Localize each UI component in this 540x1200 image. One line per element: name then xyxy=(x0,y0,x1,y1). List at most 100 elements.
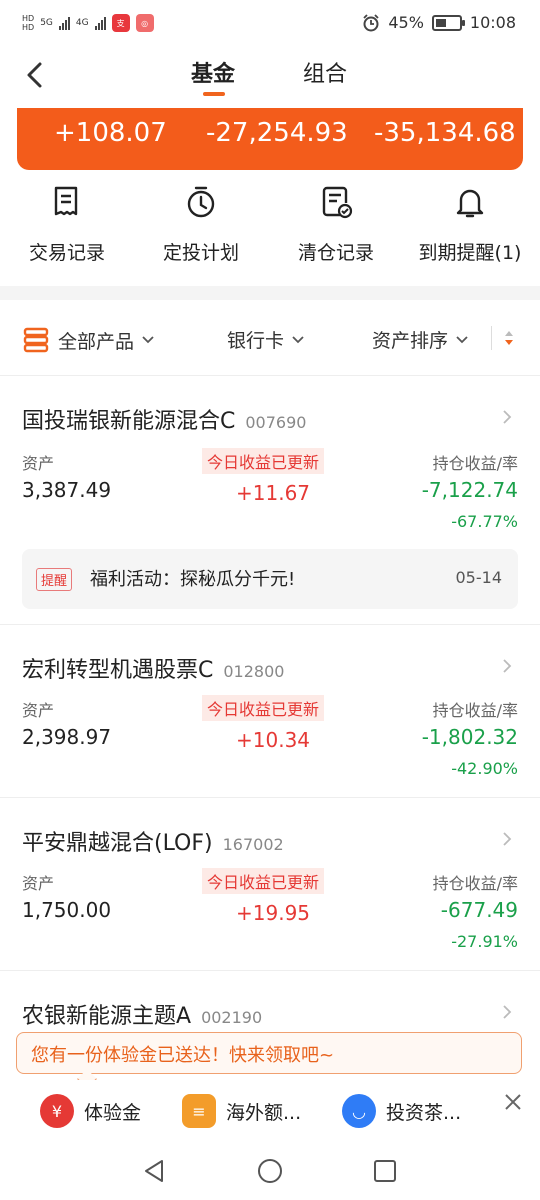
battery-icon xyxy=(431,14,465,31)
app-notification-icon-2: ◎ xyxy=(135,14,154,32)
filter-separator xyxy=(491,326,492,350)
bottom-item-overseas-quota[interactable]: ≡ 海外额... xyxy=(182,1094,301,1128)
checked-doc-icon xyxy=(322,186,353,219)
bottom-item-label: 投资茶... xyxy=(386,1101,462,1124)
back-arrow-icon[interactable] xyxy=(22,60,48,90)
chevron-down-icon xyxy=(292,335,304,343)
fund-name: 宏利转型机遇股票C 012800 xyxy=(22,652,284,684)
fund-name-text: 宏利转型机遇股票C xyxy=(22,658,214,683)
holding-profit-label: 持仓收益/率 xyxy=(432,874,518,893)
chevron-down-icon xyxy=(142,336,154,344)
status-right: 45% 10:08 xyxy=(362,13,516,32)
filter-bar: 全部产品 银行卡 资产排序 xyxy=(0,300,540,376)
bottom-item-invest-tea[interactable]: ◡ 投资茶... xyxy=(342,1094,461,1128)
fund-card[interactable]: 平安鼎越混合(LOF) 167002 资产 1,750.00 今日收益已更新 +1… xyxy=(0,799,540,971)
chevron-right-icon xyxy=(503,410,512,424)
promo-banner[interactable]: 您有一份体验金已送达！快来领取吧~ xyxy=(16,1032,522,1074)
fund-card[interactable]: 宏利转型机遇股票C 012800 资产 2,398.97 今日收益已更新 +10.… xyxy=(0,626,540,798)
bottom-item-label: 体验金 xyxy=(84,1101,142,1124)
filter-all-products-label: 全部产品 xyxy=(58,330,135,353)
close-icon[interactable] xyxy=(503,1092,523,1112)
chevron-right-icon xyxy=(503,1005,512,1019)
network-4g-label: 4G xyxy=(75,18,89,28)
timer-icon xyxy=(187,186,215,218)
fund-name: 农银新能源主题A 002190 xyxy=(22,998,262,1030)
fund-name-text: 平安鼎越混合(LOF) xyxy=(22,831,213,856)
today-profit: +19.95 xyxy=(236,901,311,925)
asset-value: 1,750.00 xyxy=(22,898,112,922)
section-divider xyxy=(0,286,540,300)
quick-action-label: 清仓记录 xyxy=(297,242,374,264)
asset-label: 资产 xyxy=(22,701,55,720)
fund-card[interactable]: 国投瑞银新能源混合C 007690 资产 3,387.49 今日收益已更新 +11… xyxy=(0,377,540,625)
holding-profit-label: 持仓收益/率 xyxy=(432,701,518,720)
filter-asset-sort[interactable]: 资产排序 xyxy=(372,326,468,353)
fund-name-text: 国投瑞银新能源混合C xyxy=(22,409,236,434)
chevron-right-icon xyxy=(503,832,512,846)
today-updated-badge: 今日收益已更新 xyxy=(202,695,325,721)
today-updated-badge: 今日收益已更新 xyxy=(202,868,325,894)
nav-home-icon[interactable] xyxy=(257,1158,283,1184)
bottom-item-trial-gold[interactable]: ¥ 体验金 xyxy=(40,1094,141,1128)
holding-profit: -1,802.32 xyxy=(421,725,518,749)
quick-action-auto-invest[interactable]: 定投计划 xyxy=(136,184,266,265)
receipt-icon xyxy=(54,186,78,216)
filter-asset-sort-label: 资产排序 xyxy=(372,330,449,352)
quick-action-expiry-reminder[interactable]: 到期提醒(1) xyxy=(405,184,535,265)
quick-action-trade-records[interactable]: 交易记录 xyxy=(2,184,132,265)
tab-fund[interactable]: 基金 xyxy=(191,56,235,88)
tab-portfolio[interactable]: 组合 xyxy=(303,56,347,88)
signal-icon xyxy=(58,16,70,30)
bell-icon xyxy=(456,189,484,218)
alarm-icon xyxy=(363,13,379,31)
tab-active-indicator xyxy=(203,92,225,96)
bottom-bar: ¥ 体验金 ≡ 海外额... ◡ 投资茶... xyxy=(0,1080,540,1140)
sort-toggle-icon[interactable] xyxy=(502,329,516,347)
filter-all-products[interactable]: 全部产品 xyxy=(22,326,154,354)
holding-profit: -7,122.74 xyxy=(421,478,518,502)
nav-back-icon[interactable] xyxy=(142,1158,166,1184)
asset-value: 3,387.49 xyxy=(22,478,112,502)
today-profit: +11.67 xyxy=(236,481,311,505)
app-root: HD HD 5G 4G 支 ◎ 45% 10:08 基金 组合 +108.07 -… xyxy=(0,0,540,1200)
quick-action-label: 交易记录 xyxy=(28,242,105,264)
bottom-item-label: 海外额... xyxy=(226,1101,302,1124)
fund-name: 国投瑞银新能源混合C 007690 xyxy=(22,403,306,435)
nav-recents-icon[interactable] xyxy=(373,1159,397,1183)
chat-icon: ◡ xyxy=(342,1094,376,1128)
chevron-down-icon xyxy=(456,335,468,343)
signal-icon-2 xyxy=(94,16,106,30)
promo-text: 您有一份体验金已送达！快来领取吧~ xyxy=(31,1045,335,1066)
notice-date: 05-14 xyxy=(455,568,503,587)
header: 基金 组合 xyxy=(0,50,540,108)
fund-code: 012800 xyxy=(223,662,285,681)
fund-code: 002190 xyxy=(201,1008,263,1027)
filter-bank-card[interactable]: 银行卡 xyxy=(227,326,304,353)
asset-label: 资产 xyxy=(22,454,55,473)
sim-icon: HD HD xyxy=(22,14,35,32)
summary-value-today: +108.07 xyxy=(54,118,167,148)
summary-value-total: -35,134.68 xyxy=(374,118,516,148)
fund-code: 167002 xyxy=(222,835,284,854)
app-notification-icon: 支 xyxy=(111,14,130,32)
quick-action-label: 定投计划 xyxy=(162,242,239,264)
fund-name-text: 农银新能源主题A xyxy=(22,1004,192,1029)
filter-bank-card-label: 银行卡 xyxy=(227,330,285,352)
quick-action-label: 到期提醒(1) xyxy=(418,242,522,264)
holding-profit-label: 持仓收益/率 xyxy=(432,454,518,473)
holding-rate: -42.90% xyxy=(451,759,518,778)
fund-card[interactable]: 农银新能源主题A 002190 xyxy=(0,972,540,1032)
stack-icon xyxy=(23,327,49,353)
battery-percent: 45% xyxy=(388,13,424,32)
summary-value-holding: -27,254.93 xyxy=(206,118,348,148)
holding-profit: -677.49 xyxy=(440,898,518,922)
quick-action-clearance-records[interactable]: 清仓记录 xyxy=(271,184,401,265)
fund-code: 007690 xyxy=(245,413,307,432)
holding-rate: -67.77% xyxy=(451,512,518,531)
today-profit: +10.34 xyxy=(236,728,311,752)
fund-notice[interactable]: 提醒 福利活动：探秘瓜分千元! 05-14 xyxy=(22,549,518,609)
notice-text: 福利活动：探秘瓜分千元! xyxy=(90,569,296,590)
today-updated-badge: 今日收益已更新 xyxy=(202,448,325,474)
fund-name: 平安鼎越混合(LOF) 167002 xyxy=(22,825,284,857)
asset-value: 2,398.97 xyxy=(22,725,112,749)
